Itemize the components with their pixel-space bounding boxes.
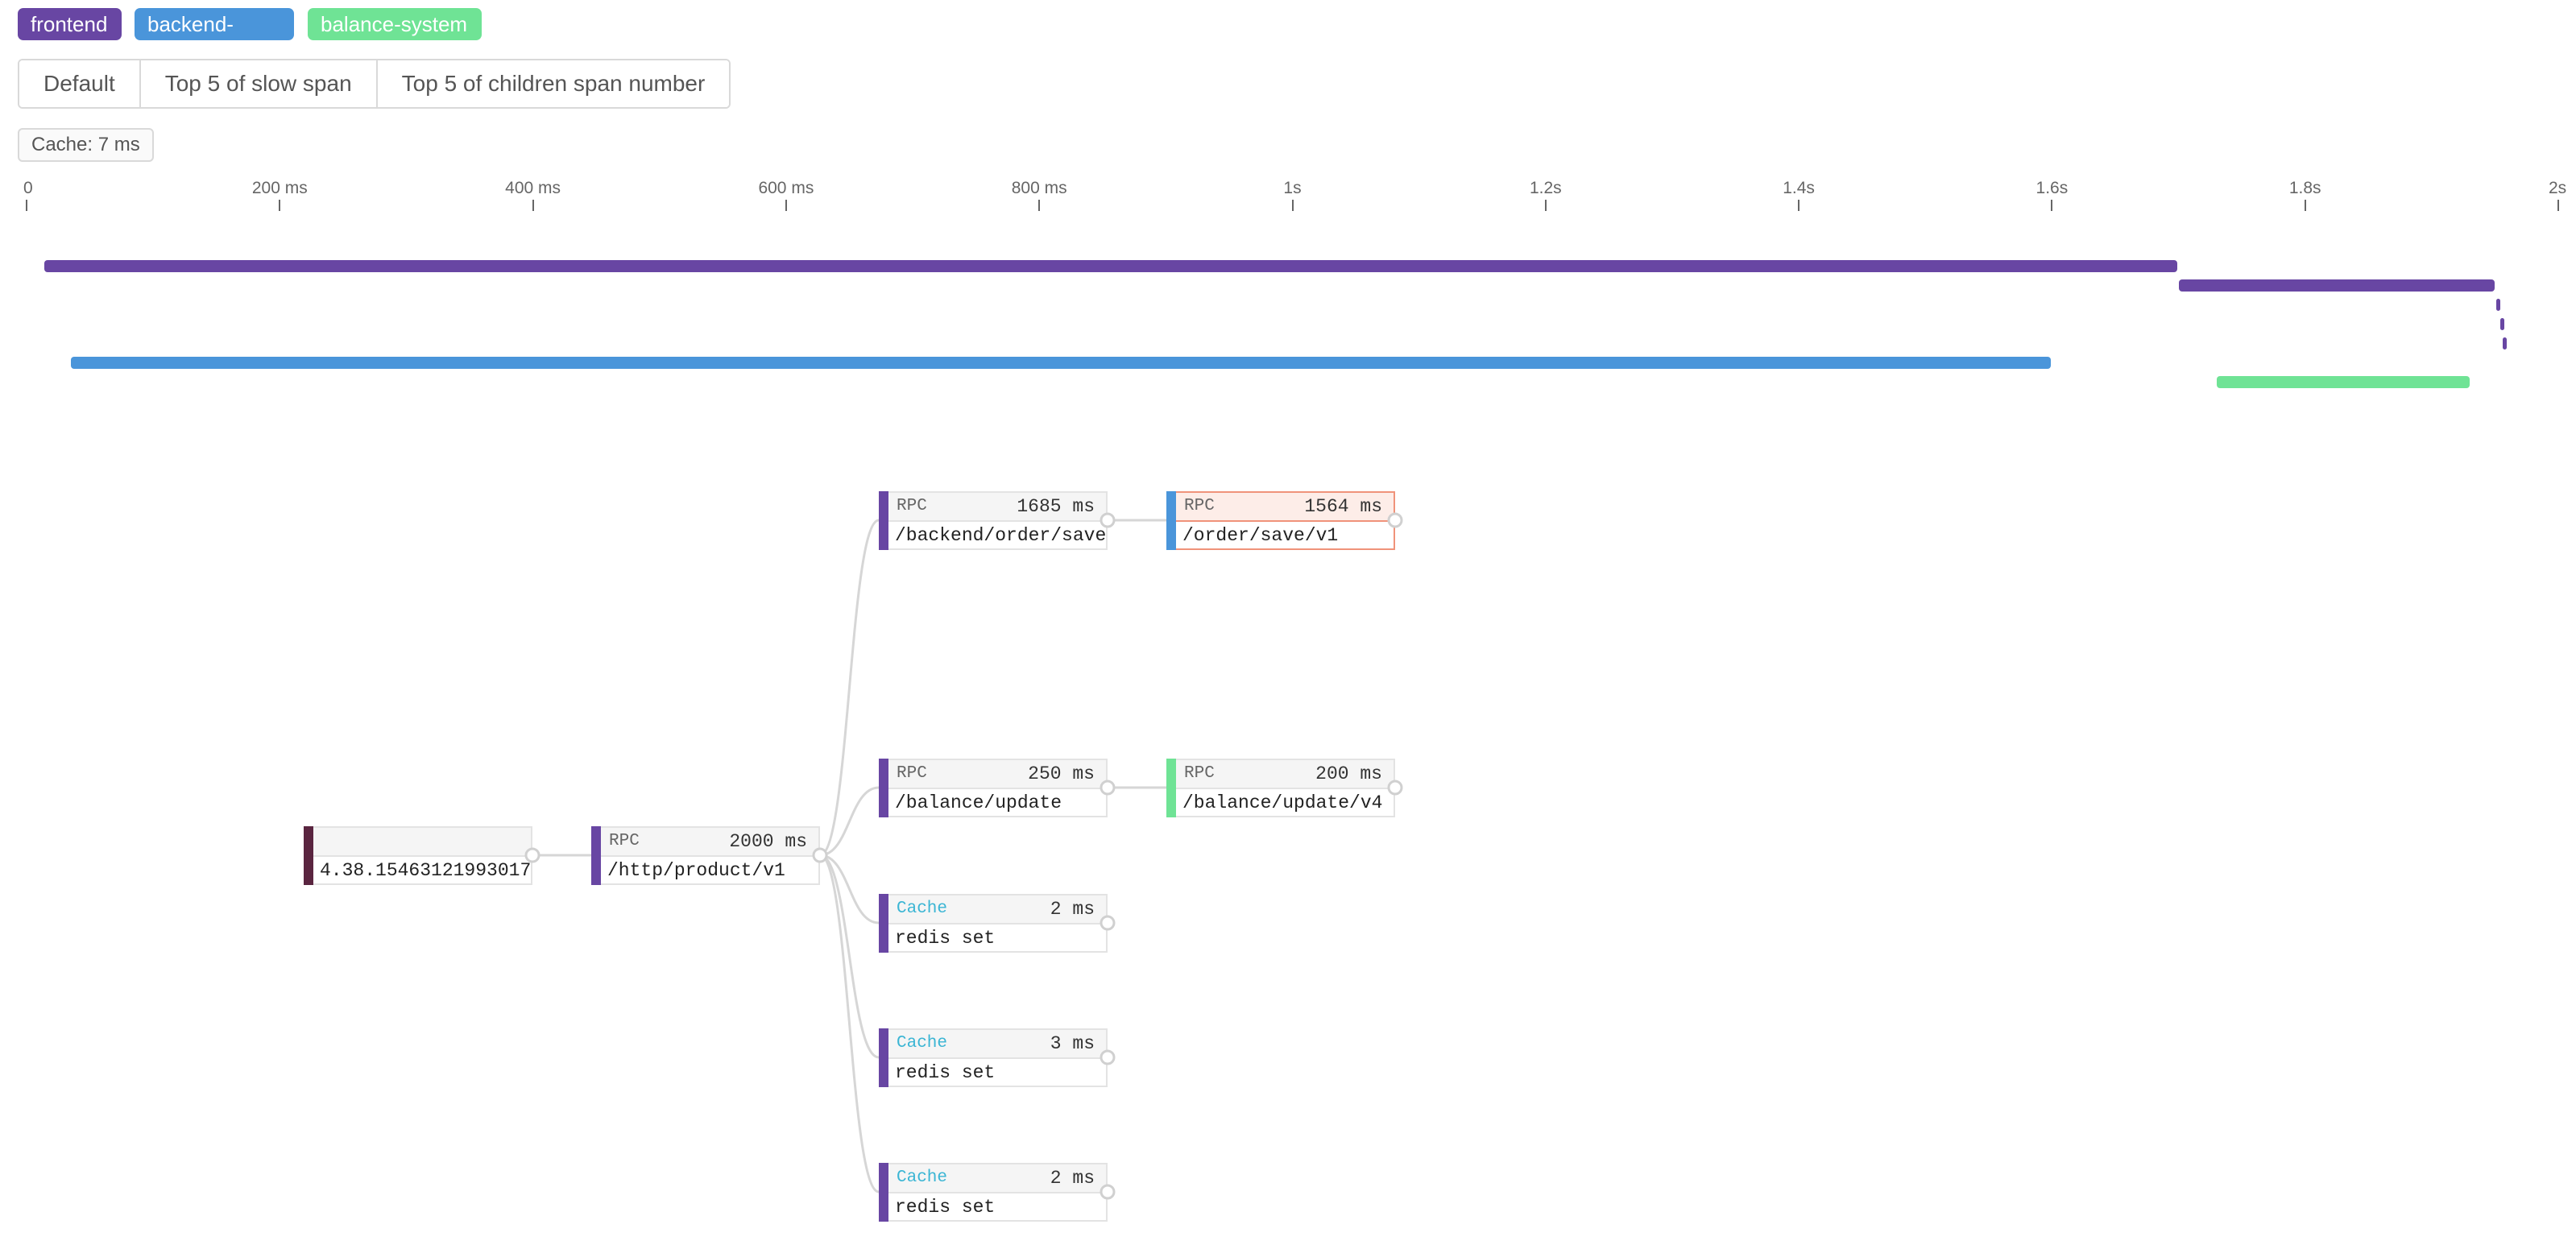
expand-toggle-icon[interactable] (1387, 512, 1403, 528)
expand-toggle-icon[interactable] (1100, 1049, 1116, 1065)
expand-toggle-icon[interactable] (524, 847, 540, 863)
expand-toggle-icon[interactable] (1100, 780, 1116, 796)
tree-link (819, 854, 880, 1193)
expand-toggle-icon[interactable] (1100, 512, 1116, 528)
expand-toggle-icon[interactable] (1387, 780, 1403, 796)
expand-toggle-icon[interactable] (1100, 1184, 1116, 1200)
trace-tree-links (524, 512, 1403, 1200)
expand-toggle-icon[interactable] (1100, 915, 1116, 931)
expand-toggle-icon[interactable] (812, 847, 828, 863)
tree-link (819, 519, 880, 857)
